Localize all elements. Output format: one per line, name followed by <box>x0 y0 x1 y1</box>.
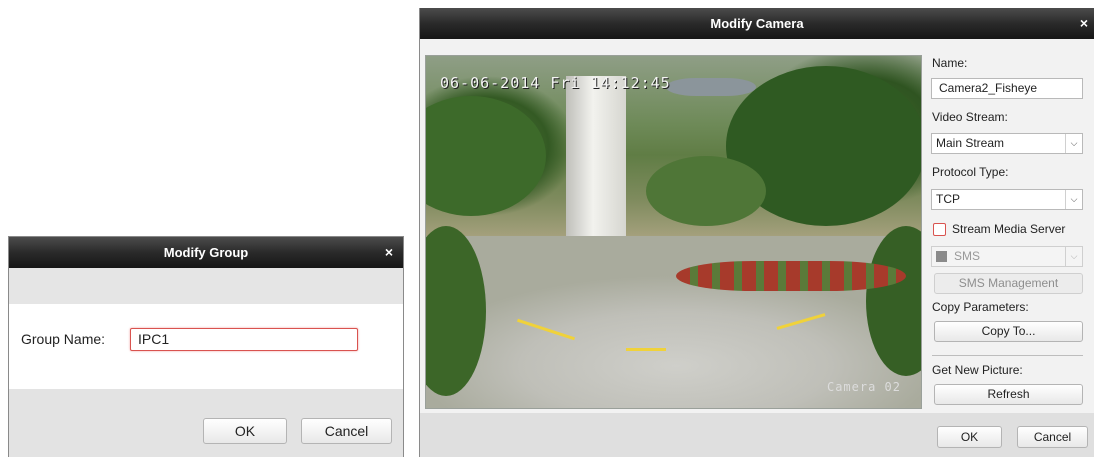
group-name-label: Group Name: <box>21 331 106 347</box>
ok-button[interactable]: OK <box>937 426 1002 448</box>
modify-group-dialog: Modify Group × Group Name: IPC1 OK Cance… <box>8 236 404 457</box>
sms-select[interactable]: SMS ⌵ <box>931 246 1083 267</box>
stream-media-server-label: Stream Media Server <box>952 222 1066 236</box>
parked-cars <box>666 78 756 96</box>
dialog-title: Modify Camera <box>710 16 804 31</box>
tree-foliage <box>426 226 486 396</box>
flower-bed <box>676 261 906 291</box>
protocol-type-value: TCP <box>936 192 960 206</box>
modify-camera-dialog: Modify Camera × 06-06-2014 Fri 14:12:45 … <box>419 8 1094 457</box>
fisheye-preview: 06-06-2014 Fri 14:12:45 Camera 02 <box>425 55 922 409</box>
lane-marking <box>517 318 575 341</box>
chevron-down-icon[interactable]: ⌵ <box>1065 134 1082 153</box>
copy-to-button[interactable]: Copy To... <box>934 321 1083 342</box>
chevron-down-icon: ⌵ <box>1065 247 1082 266</box>
hedge <box>646 156 766 226</box>
fisheye-panorama-bottom: Camera 02 <box>426 226 921 408</box>
cancel-button[interactable]: Cancel <box>301 418 392 444</box>
dialog-title: Modify Group <box>163 245 249 260</box>
osd-timestamp: 06-06-2014 Fri 14:12:45 <box>440 74 671 92</box>
copy-parameters-label: Copy Parameters: <box>932 300 1029 314</box>
cancel-button[interactable]: Cancel <box>1017 426 1088 448</box>
fisheye-panorama-top: 06-06-2014 Fri 14:12:45 <box>426 56 921 236</box>
chevron-down-icon[interactable]: ⌵ <box>1065 190 1082 209</box>
tree-foliage <box>426 96 546 216</box>
get-new-picture-label: Get New Picture: <box>932 363 1023 377</box>
lane-marking <box>626 348 666 351</box>
close-icon[interactable]: × <box>1076 8 1092 39</box>
close-icon[interactable]: × <box>381 237 397 268</box>
header-band <box>9 268 403 304</box>
server-icon <box>936 251 947 262</box>
sms-management-button[interactable]: SMS Management <box>934 273 1083 294</box>
tree-foliage <box>866 226 921 376</box>
protocol-type-select[interactable]: TCP ⌵ <box>931 189 1083 210</box>
group-name-input[interactable]: IPC1 <box>130 328 358 351</box>
sms-value: SMS <box>954 249 981 263</box>
name-label: Name: <box>932 56 968 70</box>
stream-media-server-checkbox[interactable] <box>933 223 946 236</box>
name-input[interactable]: Camera2_Fisheye <box>931 78 1083 99</box>
refresh-button[interactable]: Refresh <box>934 384 1083 405</box>
divider <box>932 355 1083 356</box>
modify-camera-titlebar[interactable]: Modify Camera × <box>420 8 1094 39</box>
lane-marking <box>776 313 826 330</box>
modify-group-titlebar[interactable]: Modify Group × <box>9 237 403 268</box>
video-stream-value: Main Stream <box>936 136 1005 150</box>
video-stream-select[interactable]: Main Stream ⌵ <box>931 133 1083 154</box>
protocol-type-label: Protocol Type: <box>932 165 1009 179</box>
osd-camera-name: Camera 02 <box>826 380 901 394</box>
camera-pole <box>566 76 626 236</box>
video-stream-label: Video Stream: <box>932 110 1008 124</box>
ok-button[interactable]: OK <box>203 418 287 444</box>
